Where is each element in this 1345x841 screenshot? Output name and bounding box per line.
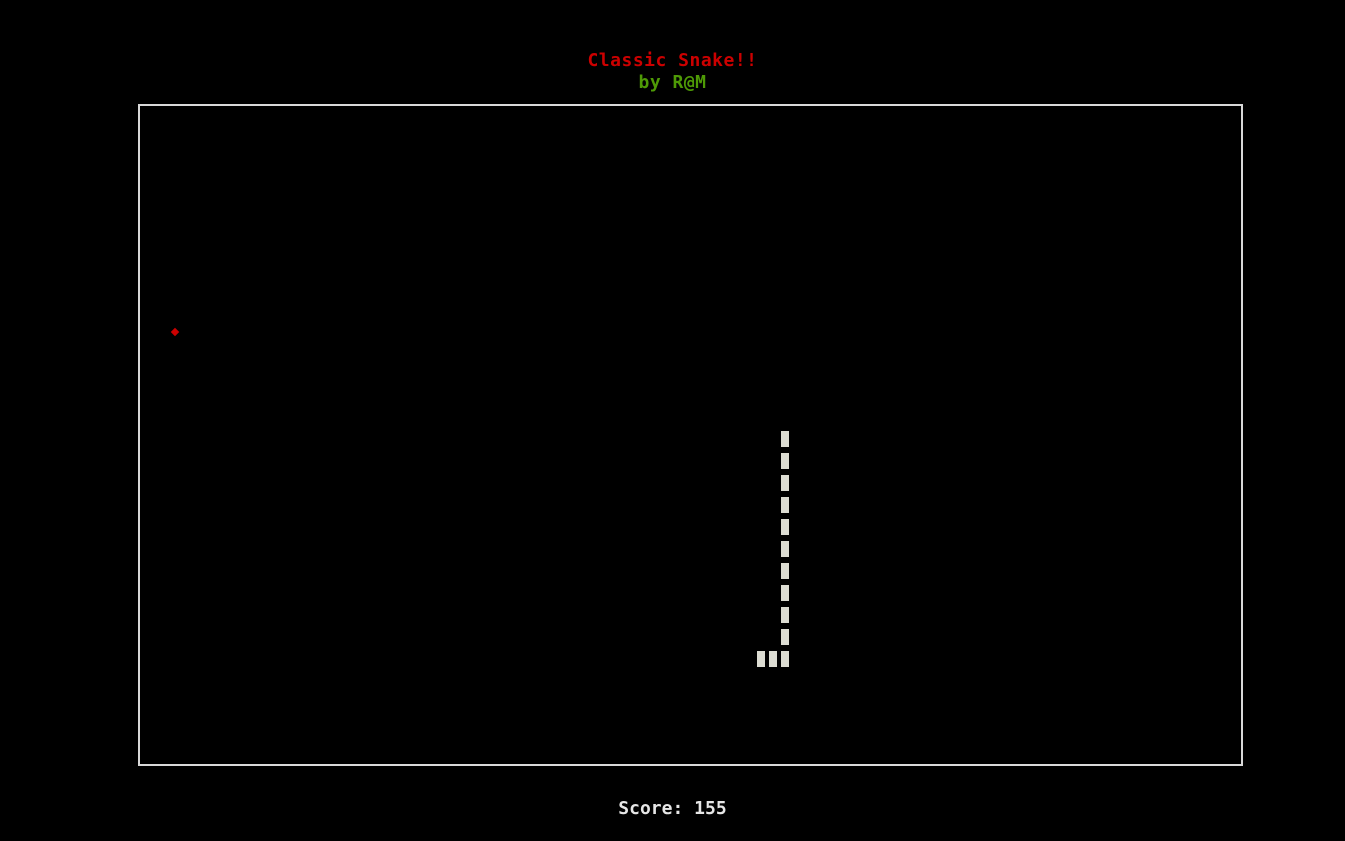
game-author: by R@M	[638, 72, 707, 93]
snake-segment	[781, 607, 789, 623]
snake-segment	[781, 475, 789, 491]
snake-segment	[781, 519, 789, 535]
score-display: Score: 155	[0, 798, 1345, 820]
snake-segment	[781, 497, 789, 513]
snake-segment	[781, 651, 789, 667]
score-value: 155	[694, 798, 727, 819]
score-label: Score:	[618, 798, 684, 819]
game-board[interactable]	[138, 104, 1243, 766]
snake-head	[781, 431, 789, 447]
snake-segment	[781, 453, 789, 469]
snake-segment	[769, 651, 777, 667]
snake-segment	[781, 629, 789, 645]
snake-segment	[781, 541, 789, 557]
snake-segment	[781, 563, 789, 579]
game-title: Classic Snake!!	[587, 50, 758, 71]
snake-segment	[781, 585, 789, 601]
food-pellet	[170, 327, 180, 337]
game-screen: Classic Snake!! by R@M Score: 155	[0, 0, 1345, 841]
snake-segment	[757, 651, 765, 667]
